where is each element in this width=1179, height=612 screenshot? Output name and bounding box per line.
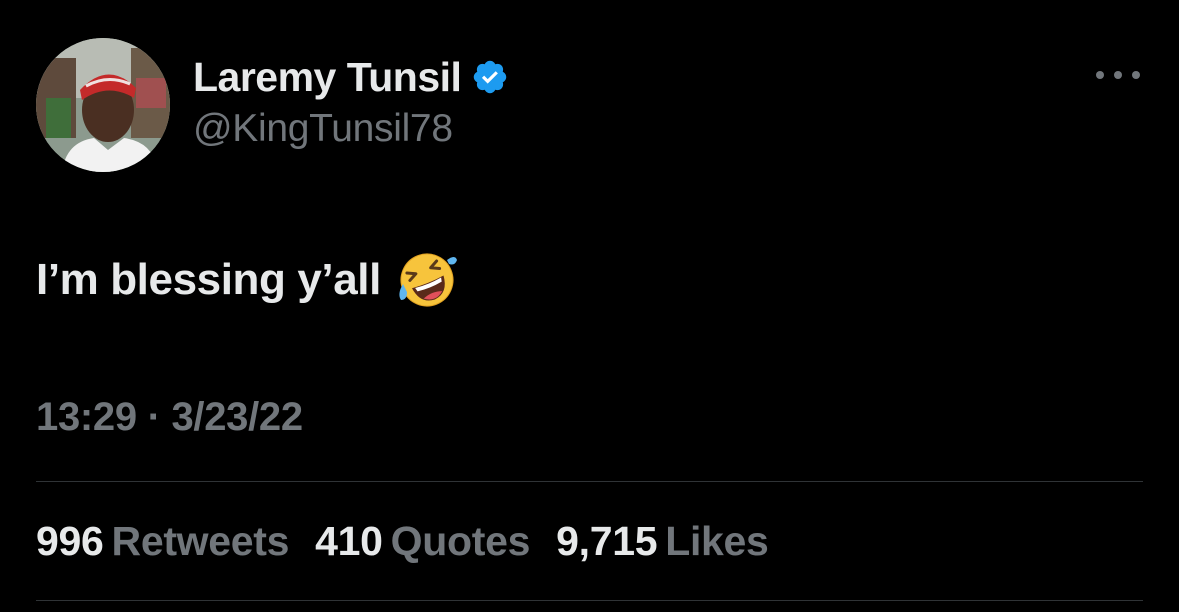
ellipsis-dot [1132, 71, 1140, 79]
likes-label: Likes [665, 518, 769, 564]
ellipsis-dot [1114, 71, 1122, 79]
likes-count: 9,715 [556, 518, 658, 564]
quotes-label: Quotes [390, 518, 531, 564]
author-handle[interactable]: @KingTunsil78 [193, 107, 453, 151]
retweets-count: 996 [36, 518, 104, 564]
retweets-label: Retweets [111, 518, 290, 564]
display-name[interactable]: Laremy Tunsil [193, 54, 462, 101]
tweet-text: I’m blessing y’all [36, 255, 381, 304]
tweet-timestamp[interactable]: 13:29 · 3/23/22 [36, 395, 303, 440]
engagement-stats: 996 Retweets 410 Quotes 9,715 Likes [36, 518, 795, 565]
author-name-row: Laremy Tunsil [193, 52, 509, 102]
more-options-button[interactable] [1096, 62, 1140, 88]
likes-stat[interactable]: 9,715 Likes [556, 518, 769, 565]
retweets-stat[interactable]: 996 Retweets [36, 518, 289, 565]
tweet-card: Laremy Tunsil @KingTunsil78 I’m blessing… [0, 0, 1179, 612]
tweet-body: I’m blessing y’all [36, 250, 457, 310]
quotes-stat[interactable]: 410 Quotes [315, 518, 530, 565]
divider [36, 600, 1143, 601]
avatar[interactable] [36, 38, 170, 172]
avatar-photo [36, 38, 170, 172]
rofl-emoji-icon [397, 250, 457, 310]
ellipsis-dot [1096, 71, 1104, 79]
divider [36, 481, 1143, 482]
quotes-count: 410 [315, 518, 383, 564]
verified-badge-icon [471, 58, 509, 96]
